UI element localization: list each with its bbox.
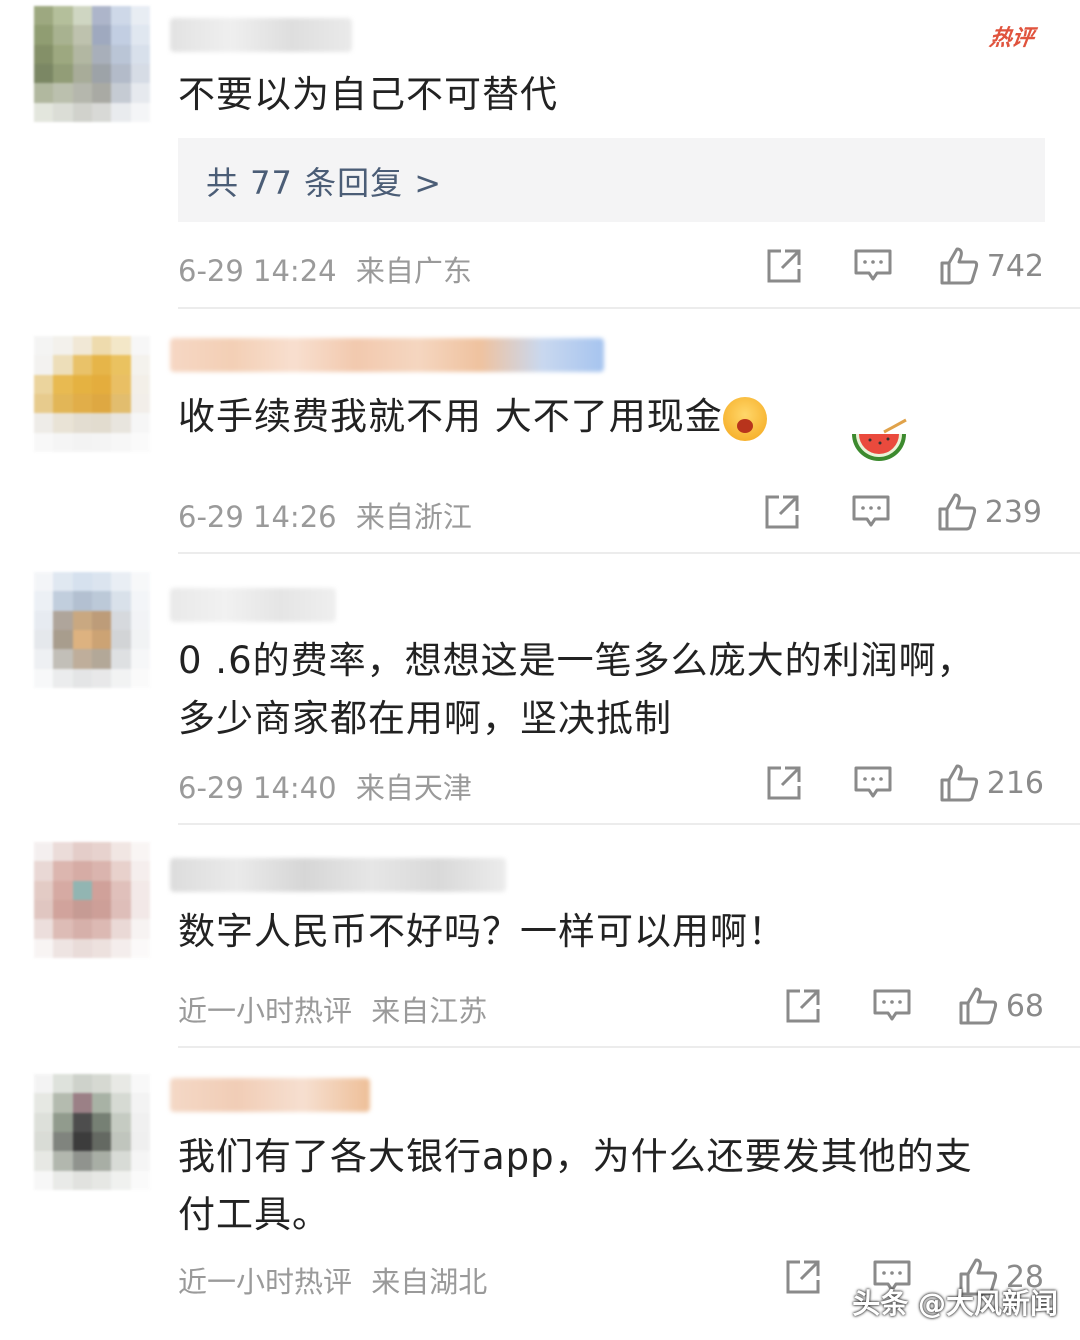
yawning-face-icon <box>722 396 767 441</box>
comment-meta: 近一小时热评 来自湖北 <box>178 1259 487 1301</box>
like-button[interactable]: 239 <box>937 492 1042 532</box>
share-icon[interactable] <box>763 493 801 531</box>
location: 来自广东 <box>355 254 472 288</box>
comment-text: 我们有了各大银行app，为什么还要发其他的支 付工具。 <box>178 1128 973 1244</box>
comment-text-content: 收手续费我就不用 大不了用现金 <box>178 395 723 438</box>
like-button[interactable]: 68 <box>958 986 1044 1026</box>
hot-comment-badge: 热评 <box>987 26 1036 51</box>
comment-meta: 6-29 14:26 来自浙江 <box>178 494 472 536</box>
comment-text: 收手续费我就不用 大不了用现金 <box>178 388 767 446</box>
reply-icon[interactable] <box>851 493 891 531</box>
timestamp: 6-29 14:40 <box>178 771 337 805</box>
username-blurred[interactable] <box>170 588 336 622</box>
timestamp: 近一小时热评 <box>178 994 353 1028</box>
share-icon[interactable] <box>784 1258 822 1296</box>
like-button[interactable]: 742 <box>939 246 1044 286</box>
comment-actions: 239 <box>763 490 1042 534</box>
comment-actions: 216 <box>765 761 1044 805</box>
comment-meta: 6-29 14:24 来自广东 <box>178 248 472 290</box>
location: 来自浙江 <box>355 500 472 534</box>
avatar[interactable] <box>34 842 150 958</box>
comment-actions: 742 <box>765 244 1044 288</box>
share-icon[interactable] <box>765 764 803 802</box>
reply-icon[interactable] <box>872 987 912 1025</box>
thumbs-up-icon <box>940 764 978 802</box>
thumbs-up-icon <box>940 247 978 285</box>
divider <box>178 823 1080 825</box>
share-icon[interactable] <box>765 247 803 285</box>
reply-icon[interactable] <box>853 764 893 802</box>
reply-icon[interactable] <box>853 247 893 285</box>
comment-text: 数字人民币不好吗？一样可以用啊！ <box>178 910 786 953</box>
timestamp: 近一小时热评 <box>178 1265 353 1299</box>
source-watermark: 头条 @大风新闻 <box>852 1287 1058 1320</box>
timestamp: 6-29 14:26 <box>178 500 337 534</box>
like-count: 216 <box>986 765 1044 801</box>
comment-text: 0 .6的费率，想想这是一笔多么庞大的利润啊， 多少商家都在用啊，坚决抵制 <box>178 632 975 748</box>
username-blurred[interactable] <box>170 858 506 892</box>
username-blurred[interactable] <box>170 18 352 52</box>
like-button[interactable]: 216 <box>939 763 1044 803</box>
thumbs-up-icon <box>938 493 976 531</box>
divider <box>178 552 1080 554</box>
location: 来自天津 <box>355 771 472 805</box>
watermelon-icon <box>850 418 908 466</box>
comment-actions: 68 <box>784 984 1044 1028</box>
username-blurred[interactable] <box>170 338 604 372</box>
comment-text: 不要以为自己不可替代 <box>178 73 558 116</box>
avatar[interactable] <box>34 1074 150 1190</box>
share-icon[interactable] <box>784 987 822 1025</box>
comment-text-line: 多少商家都在用啊，坚决抵制 <box>178 697 672 740</box>
replies-label: 共 77 条回复 > <box>206 164 443 202</box>
comment-meta: 6-29 14:40 来自天津 <box>178 765 472 807</box>
avatar[interactable] <box>34 6 150 122</box>
divider <box>178 307 1080 309</box>
avatar[interactable] <box>34 572 150 688</box>
username-blurred[interactable] <box>170 1078 370 1112</box>
like-count: 742 <box>986 248 1044 284</box>
comment-text-line: 0 .6的费率，想想这是一笔多么庞大的利润啊， <box>178 639 975 682</box>
location: 来自湖北 <box>371 1265 488 1299</box>
timestamp: 6-29 14:24 <box>178 254 337 288</box>
comment-text-line: 付工具。 <box>178 1193 330 1236</box>
comment-meta: 近一小时热评 来自江苏 <box>178 988 487 1030</box>
like-count: 239 <box>984 494 1042 530</box>
comment-text-line: 我们有了各大银行app，为什么还要发其他的支 <box>178 1135 973 1178</box>
location: 来自江苏 <box>371 994 488 1028</box>
avatar[interactable] <box>34 336 150 452</box>
divider <box>178 1046 1080 1048</box>
like-count: 68 <box>1005 988 1044 1024</box>
view-replies-button[interactable]: 共 77 条回复 > <box>178 138 1045 222</box>
thumbs-up-icon <box>959 987 997 1025</box>
